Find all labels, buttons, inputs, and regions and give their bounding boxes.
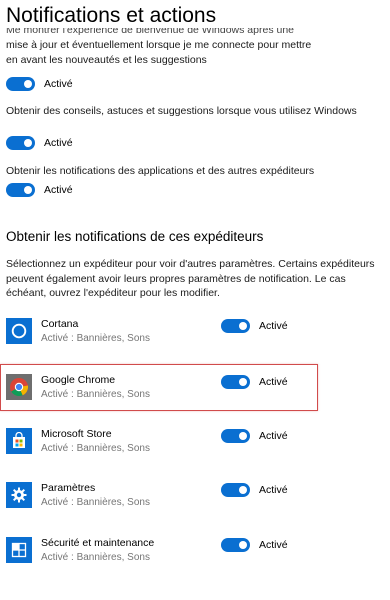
sender-toggle-row[interactable]: Activé <box>221 319 288 333</box>
microsoft-store-toggle[interactable] <box>221 429 250 443</box>
parametres-toggle[interactable] <box>221 483 250 497</box>
app-notifications-toggle-row[interactable]: Activé <box>6 183 73 197</box>
sender-toggle-label: Activé <box>259 539 288 551</box>
cortana-toggle[interactable] <box>221 319 250 333</box>
welcome-experience-toggle[interactable] <box>6 77 35 91</box>
store-icon <box>6 428 32 454</box>
welcome-text-line-3: en avant les nouveautés et les suggestio… <box>6 53 207 66</box>
sender-name: Sécurité et maintenance <box>41 537 155 549</box>
sender-status: Activé : Bannières, Sons <box>41 389 150 400</box>
sender-toggle-row[interactable]: Activé <box>221 538 288 552</box>
senders-section-heading: Obtenir les notifications de ces expédit… <box>6 229 264 244</box>
app-notifications-setting-text: Obtenir les notifications des applicatio… <box>6 165 315 177</box>
sender-row-cortana[interactable]: Cortana Activé : Bannières, Sons Activé <box>6 318 316 358</box>
tips-setting-text: Obtenir des conseils, astuces et suggest… <box>6 105 357 117</box>
sender-toggle-label: Activé <box>259 484 288 496</box>
app-notifications-toggle[interactable] <box>6 183 35 197</box>
sender-name: Microsoft Store <box>41 428 112 440</box>
welcome-experience-toggle-row[interactable]: Activé <box>6 77 73 91</box>
sender-row-microsoft-store[interactable]: Microsoft Store Activé : Bannières, Sons… <box>6 428 316 468</box>
google-chrome-toggle[interactable] <box>221 375 250 389</box>
sender-toggle-row[interactable]: Activé <box>221 375 288 389</box>
sender-toggle-label: Activé <box>259 320 288 332</box>
sender-status: Activé : Bannières, Sons <box>41 497 150 508</box>
sender-name: Paramètres <box>41 482 96 494</box>
tips-toggle-row[interactable]: Activé <box>6 136 73 150</box>
gear-icon <box>6 482 32 508</box>
sender-toggle-label: Activé <box>259 430 288 442</box>
welcome-experience-setting-text: Me montrer l'expérience de bienvenue de … <box>6 28 376 67</box>
welcome-text-line-2: mise à jour et éventuellement lorsque je… <box>6 39 312 51</box>
sender-status: Activé : Bannières, Sons <box>41 552 150 563</box>
sender-toggle-row[interactable]: Activé <box>221 429 288 443</box>
sender-row-securite-maintenance[interactable]: Sécurité et maintenance Activé : Bannièr… <box>6 537 316 577</box>
welcome-text-line-1: Me montrer l'expérience de bienvenue de … <box>6 28 295 36</box>
senders-section-description: Sélectionnez un expéditeur pour voir d'a… <box>6 258 375 299</box>
securite-maintenance-toggle[interactable] <box>221 538 250 552</box>
sender-name: Google Chrome <box>41 374 116 386</box>
sender-name: Cortana <box>41 318 79 330</box>
app-notifications-toggle-label: Activé <box>44 184 73 196</box>
sender-row-google-chrome[interactable]: Google Chrome Activé : Bannières, Sons A… <box>6 374 316 414</box>
sender-status: Activé : Bannières, Sons <box>41 333 150 344</box>
chrome-icon <box>6 374 32 400</box>
sender-toggle-row[interactable]: Activé <box>221 483 288 497</box>
page-title: Notifications et actions <box>6 4 217 27</box>
sender-toggle-label: Activé <box>259 376 288 388</box>
welcome-experience-toggle-label: Activé <box>44 78 73 90</box>
sender-status: Activé : Bannières, Sons <box>41 443 150 454</box>
tips-toggle[interactable] <box>6 136 35 150</box>
tips-toggle-label: Activé <box>44 137 73 149</box>
sender-row-parametres[interactable]: Paramètres Activé : Bannières, Sons Acti… <box>6 482 316 522</box>
cortana-icon <box>6 318 32 344</box>
security-maintenance-icon <box>6 537 32 563</box>
